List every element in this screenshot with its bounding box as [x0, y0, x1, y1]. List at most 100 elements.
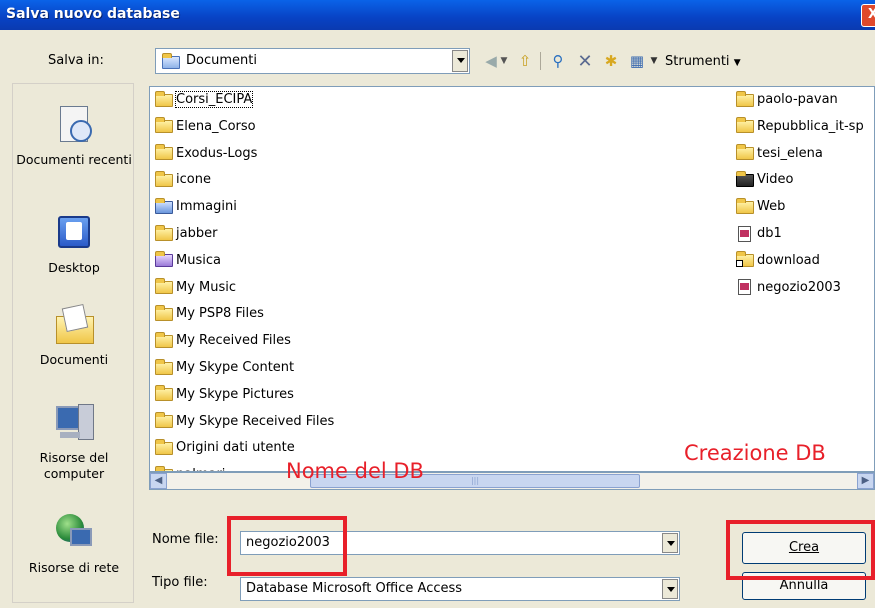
place-label: Documenti recenti: [16, 152, 132, 167]
up-folder-icon[interactable]: ⇧: [514, 50, 536, 72]
horizontal-scrollbar[interactable]: ◀ ||| ▶: [149, 472, 875, 490]
file-item[interactable]: Musica: [154, 249, 221, 273]
views-dropdown-icon[interactable]: ▼: [648, 50, 660, 72]
folder-icon: [735, 144, 755, 161]
place-computer[interactable]: Risorse del computer: [13, 402, 135, 482]
places-bar: Documenti recenti Desktop Documenti Riso…: [12, 83, 134, 603]
place-label: Risorse di rete: [28, 560, 120, 575]
folder-icon: [154, 144, 174, 161]
views-icon[interactable]: ▦: [626, 50, 648, 72]
file-name: My Skype Content: [176, 360, 295, 375]
file-item[interactable]: Corsi_ECIPA: [154, 88, 254, 112]
access-db-icon: [735, 225, 755, 242]
new-folder-icon[interactable]: ✱: [600, 50, 622, 72]
folder-icon: [154, 224, 174, 242]
file-name: Musica: [176, 252, 221, 268]
place-label: Documenti: [39, 352, 109, 367]
location-combo[interactable]: Documenti: [155, 48, 470, 74]
filename-label: Nome file:: [152, 532, 219, 547]
file-item[interactable]: download: [735, 249, 820, 273]
file-item[interactable]: Immagini: [154, 195, 237, 219]
file-item[interactable]: My Skype Received Files: [154, 410, 334, 434]
file-item[interactable]: Elena_Corso: [154, 115, 256, 139]
filetype-value: Database Microsoft Office Access: [246, 581, 463, 596]
scroll-right-icon[interactable]: ▶: [857, 473, 874, 489]
shortcut-folder-icon: [735, 251, 755, 268]
network-icon: [52, 512, 96, 554]
file-name: Origini dati utente: [176, 440, 295, 456]
file-item[interactable]: db1: [735, 222, 782, 246]
folder-icon: [735, 90, 755, 108]
location-value: Documenti: [186, 53, 257, 68]
file-item[interactable]: My PSP8 Files: [154, 302, 264, 326]
file-item[interactable]: palmari: [154, 463, 225, 471]
place-desktop[interactable]: Desktop: [13, 212, 135, 276]
file-name: Exodus-Logs: [176, 145, 258, 161]
filetype-label: Tipo file:: [152, 575, 208, 590]
file-item[interactable]: My Music: [154, 276, 236, 300]
place-network[interactable]: Risorse di rete: [13, 512, 135, 576]
folder-icon: [154, 117, 174, 134]
annotation-box-create: [726, 520, 875, 580]
recent-documents-icon: [52, 104, 96, 146]
annotation-box-filename: [227, 516, 347, 576]
file-item[interactable]: jabber: [154, 222, 217, 246]
file-name: My Received Files: [176, 333, 291, 349]
file-item[interactable]: Repubblica_it-sp: [735, 115, 864, 139]
file-item[interactable]: My Skype Content: [154, 356, 294, 380]
folder-icon: [154, 331, 174, 349]
file-name: Elena_Corso: [176, 118, 256, 134]
file-name: icone: [176, 172, 211, 188]
file-name: Repubblica_it-sp: [757, 118, 864, 134]
annotation-db-create: Creazione DB: [684, 441, 826, 465]
file-name: Video: [757, 172, 794, 188]
tools-label: Strumenti: [665, 54, 730, 69]
place-label: Desktop: [48, 260, 100, 275]
chevron-down-icon[interactable]: [662, 533, 678, 553]
scroll-left-icon[interactable]: ◀: [150, 473, 167, 489]
file-name: My PSP8 Files: [176, 306, 264, 322]
file-item[interactable]: Origini dati utente: [154, 436, 295, 460]
file-item[interactable]: Web: [735, 195, 785, 219]
file-name: db1: [757, 226, 782, 241]
access-db-icon: [735, 279, 755, 296]
tools-menu[interactable]: Strumenti ▼: [665, 54, 741, 69]
file-item[interactable]: My Skype Pictures: [154, 383, 294, 407]
file-item[interactable]: Video: [735, 168, 793, 192]
file-item[interactable]: negozio2003: [735, 276, 841, 300]
documents-folder-icon: [162, 53, 180, 69]
computer-icon: [52, 402, 96, 444]
file-name: jabber: [176, 226, 218, 241]
place-label: Risorse del computer: [39, 450, 109, 481]
filetype-select[interactable]: Database Microsoft Office Access: [240, 577, 680, 601]
music-folder-icon: [154, 251, 174, 268]
file-item[interactable]: icone: [154, 168, 211, 192]
file-item[interactable]: tesi_elena: [735, 142, 823, 166]
file-name: My Skype Pictures: [176, 386, 294, 402]
tools-chevron-icon: ▼: [733, 58, 741, 68]
save-in-label: Salva in:: [48, 53, 104, 68]
place-documents[interactable]: Documenti: [13, 303, 135, 368]
file-name: My Music: [176, 279, 237, 295]
search-web-icon[interactable]: ⚲: [547, 50, 569, 72]
file-item[interactable]: My Received Files: [154, 329, 291, 353]
annotation-db-name: Nome del DB: [286, 459, 424, 483]
file-item[interactable]: paolo-pavan: [735, 88, 838, 112]
chevron-down-icon[interactable]: [452, 50, 468, 72]
close-button[interactable]: X: [861, 4, 875, 27]
desktop-icon: [52, 212, 96, 254]
place-recent-documents[interactable]: Documenti recenti: [13, 104, 135, 168]
chevron-down-icon[interactable]: [662, 579, 678, 599]
folder-icon: [154, 90, 174, 108]
file-name: Corsi_ECIPA: [174, 91, 254, 108]
datasource-folder-icon: [154, 438, 174, 456]
back-dropdown-icon[interactable]: ▼: [498, 50, 510, 72]
delete-icon[interactable]: ✕: [574, 50, 596, 72]
folder-icon: [735, 117, 755, 134]
folder-icon: [154, 358, 174, 376]
file-name: negozio2003: [757, 279, 841, 295]
file-item[interactable]: Exodus-Logs: [154, 142, 257, 166]
pictures-folder-icon: [154, 197, 174, 215]
file-name: My Skype Received Files: [176, 413, 335, 429]
documents-icon: [52, 303, 96, 346]
